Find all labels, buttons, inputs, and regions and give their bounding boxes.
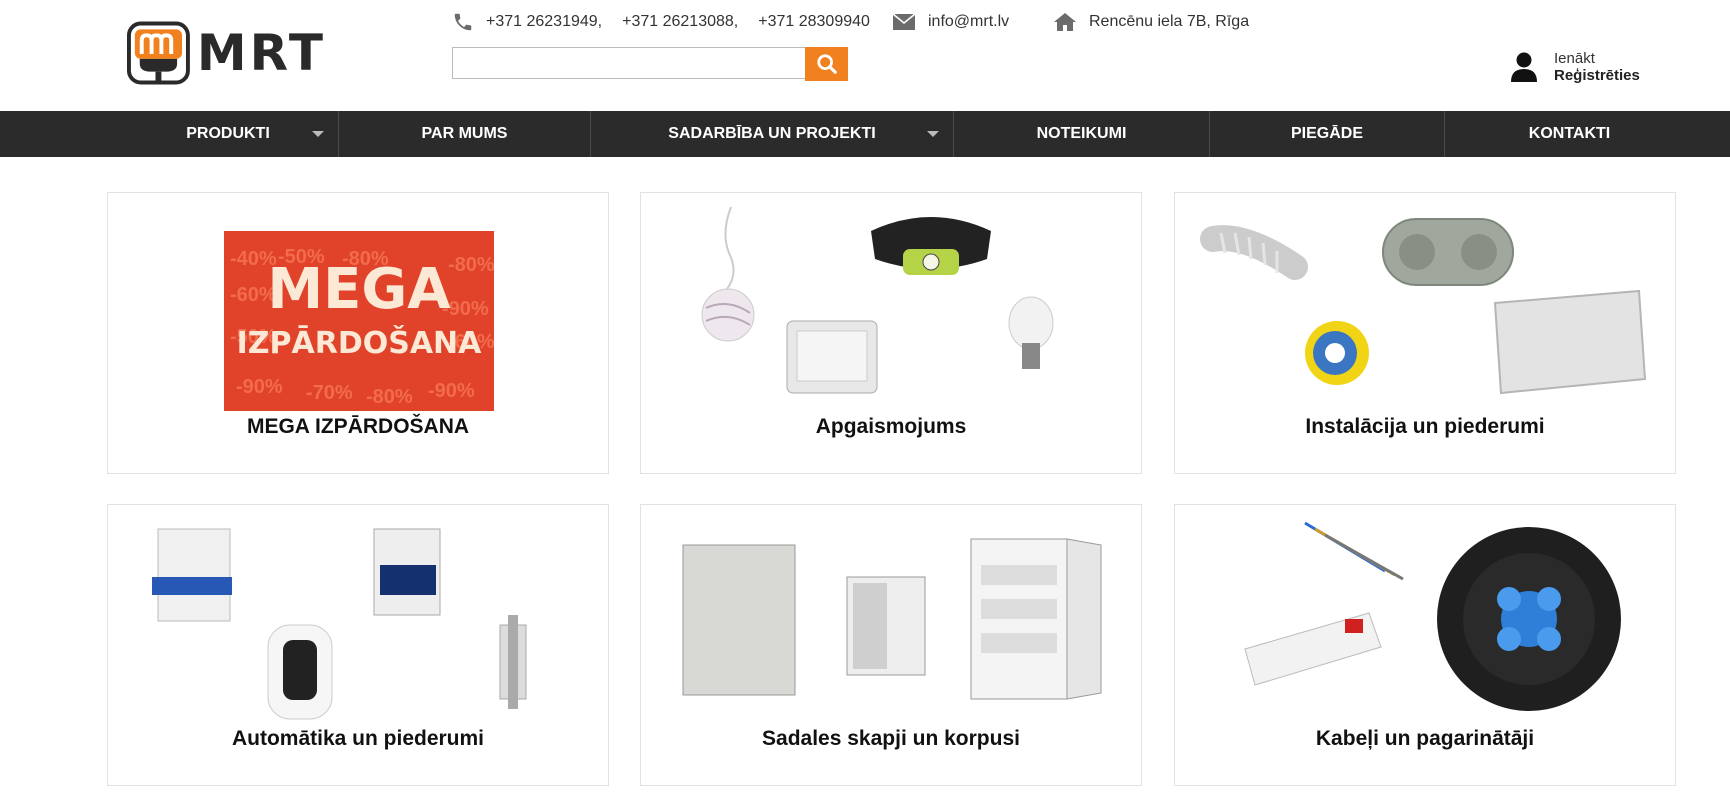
brand-name: MRT [196, 24, 326, 82]
brand-logo[interactable]: MRT [126, 20, 326, 86]
address-contact: Rencēnu iela 7B, Rīga [1053, 8, 1249, 36]
phone-number-3[interactable]: +371 28309940 [758, 13, 870, 31]
category-title: Automātika un piederumi [231, 727, 485, 750]
email-link[interactable]: info@mrt.lv [928, 13, 1009, 31]
phone-contacts: +371 26231949, +371 26213088, +371 28309… [452, 8, 890, 36]
address-text: Rencēnu iela 7B, Rīga [1089, 13, 1250, 30]
phone-number-1[interactable]: +371 26231949, [486, 13, 602, 31]
login-link[interactable]: Ienākt [1554, 50, 1640, 67]
discount-label: -80% [448, 254, 495, 276]
chevron-down-icon [312, 131, 324, 137]
nav-item-kontakti[interactable]: KONTAKTI [1445, 111, 1694, 157]
category-title: MEGA IZPĀRDOŠANA [246, 415, 470, 438]
category-card-installation[interactable]: Instalācija un piederumi [1174, 192, 1676, 474]
nav-item-sadarbiba[interactable]: SADARBĪBA UN PROJEKTI [591, 111, 954, 157]
home-icon [1053, 12, 1077, 32]
category-card-lighting[interactable]: Apgaismojums [640, 192, 1142, 474]
chevron-down-icon [927, 131, 939, 137]
category-card-cabinets[interactable]: Sadales skapji un korpusi [640, 504, 1142, 786]
search-input[interactable] [452, 47, 806, 79]
nav-item-label: PIEGĀDE [1290, 125, 1363, 142]
phone-icon [452, 11, 474, 33]
category-title: Apgaismojums [815, 415, 967, 438]
discount-label: -70% [306, 382, 353, 404]
nav-item-label: SADARBĪBA UN PROJEKTI [668, 125, 876, 142]
discount-label: -90% [428, 380, 475, 402]
category-card-cables[interactable]: Kabeļi un pagarinātāji [1174, 504, 1676, 786]
register-link[interactable]: Reģistrēties [1554, 67, 1640, 84]
category-card-automation[interactable]: Automātika un piederumi [107, 504, 609, 786]
nav-item-label: PRODUKTI [186, 125, 270, 142]
category-title: Kabeļi un pagarinātāji [1315, 727, 1535, 750]
main-navigation: PRODUKTI PAR MUMS SADARBĪBA UN PROJEKTI … [0, 111, 1730, 157]
nav-item-label: NOTEIKUMI [1036, 125, 1127, 142]
account-links: Ienākt Reģistrēties [1510, 50, 1640, 84]
nav-item-label: PAR MUMS [421, 125, 508, 142]
category-title: Instalācija un piederumi [1305, 415, 1545, 438]
category-image [118, 515, 598, 723]
nav-item-piegade[interactable]: PIEGĀDE [1210, 111, 1445, 157]
nav-item-par-mums[interactable]: PAR MUMS [339, 111, 591, 157]
logo-plug-icon [126, 21, 190, 85]
category-image [651, 203, 1131, 411]
discount-label: -90% [236, 376, 283, 398]
category-image [1185, 203, 1665, 411]
banner-title: MEGA [267, 257, 451, 322]
nav-item-label: KONTAKTI [1528, 125, 1611, 142]
nav-item-noteikumi[interactable]: NOTEIKUMI [954, 111, 1210, 157]
email-contact: info@mrt.lv [892, 8, 1009, 36]
category-title: Sadales skapji un korpusi [762, 727, 1020, 750]
category-card-mega-sale[interactable]: -40% -50% -80% -60% -90% -50% -60% -90% … [107, 192, 609, 474]
site-header: MRT +371 26231949, +371 26213088, +371 2… [0, 0, 1730, 111]
category-image [1185, 515, 1665, 723]
mail-icon [892, 13, 916, 31]
banner-subtitle: IZPĀRDOŠANA [237, 324, 483, 361]
nav-item-produkti[interactable]: PRODUKTI [118, 111, 339, 157]
search-icon [816, 54, 837, 74]
category-image: -40% -50% -80% -60% -90% -50% -60% -90% … [118, 203, 598, 411]
user-icon [1511, 52, 1537, 82]
search-bar [452, 47, 848, 81]
search-button[interactable] [805, 47, 848, 81]
discount-label: -80% [366, 386, 413, 408]
phone-number-2[interactable]: +371 26213088, [622, 13, 738, 31]
category-image [651, 515, 1131, 723]
